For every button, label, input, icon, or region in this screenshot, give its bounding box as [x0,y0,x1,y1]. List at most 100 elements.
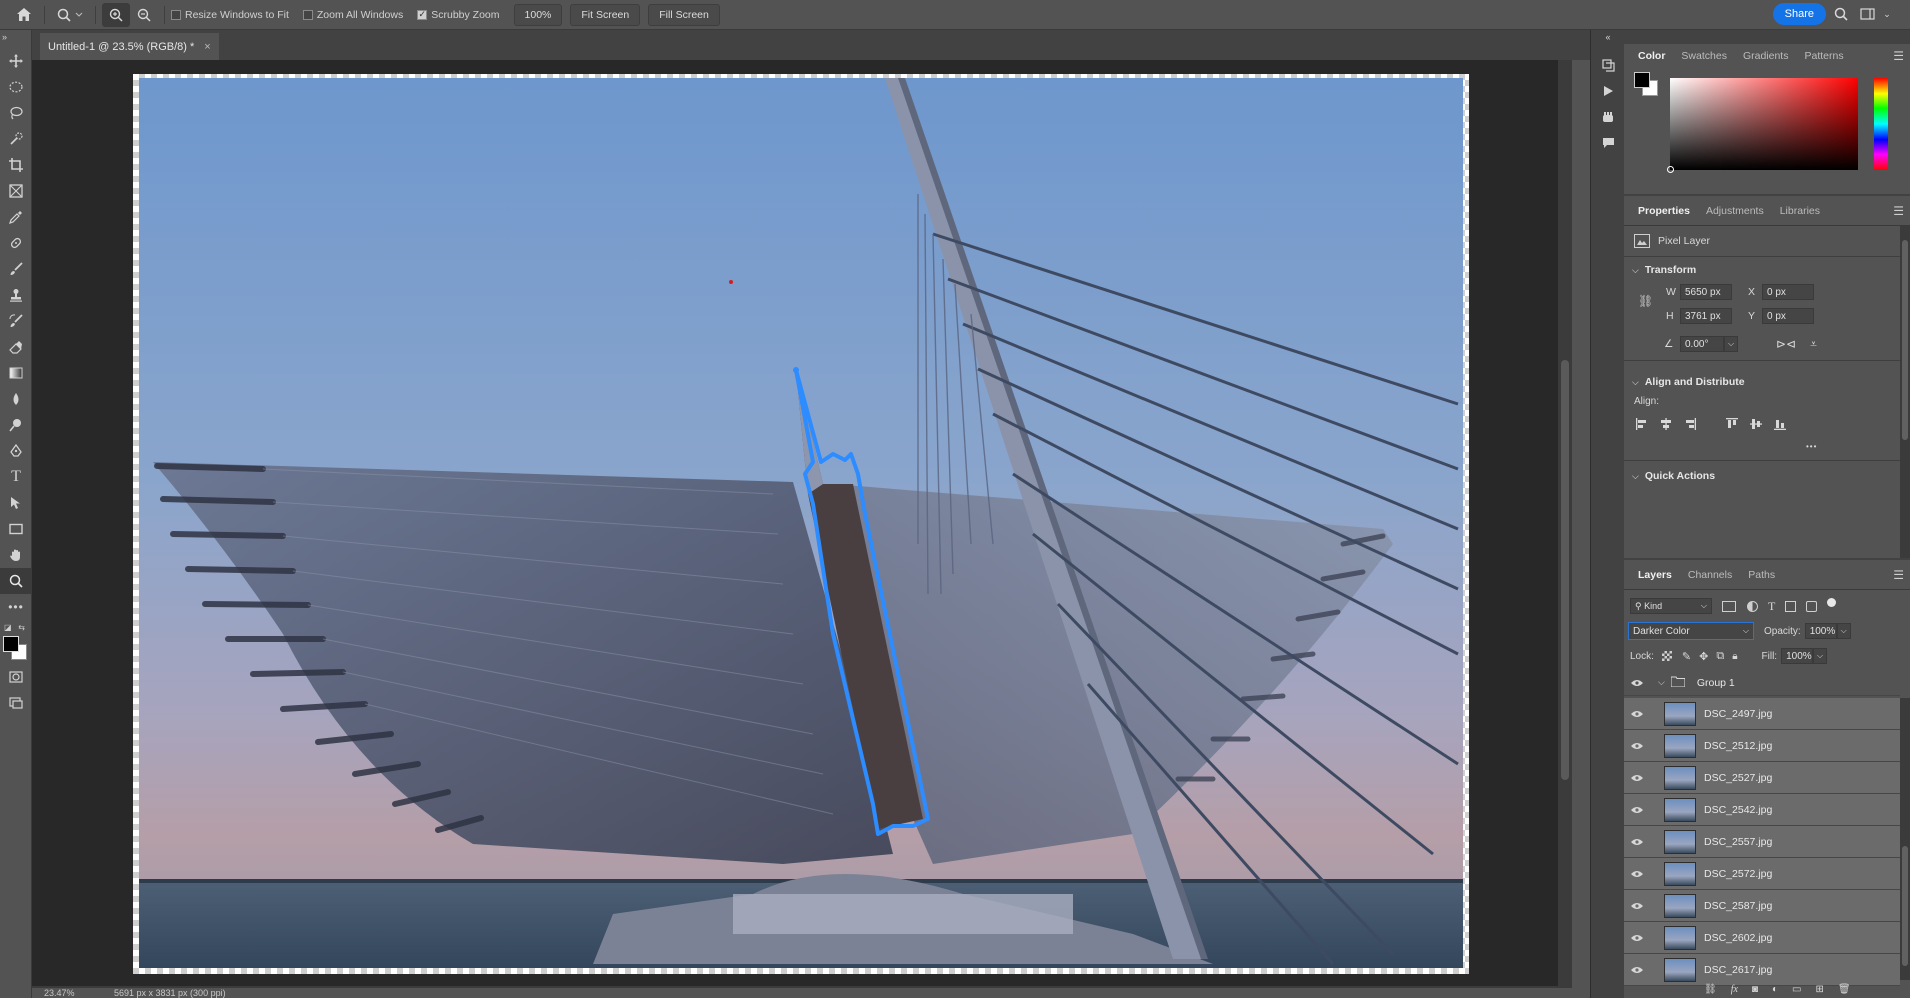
glyphs-hand-icon[interactable] [1591,104,1625,130]
layer-thumbnail[interactable] [1664,861,1696,886]
quick-actions-section-header[interactable]: ⌵ Quick Actions [1632,470,1715,482]
x-field[interactable]: 0 px [1762,284,1814,300]
filter-kind-select[interactable]: ⚲ Kind ⌵ [1630,598,1712,614]
screen-mode-icon[interactable] [0,690,32,716]
lock-image-icon[interactable]: ✎ [1682,650,1691,663]
elliptical-marquee-icon[interactable] [0,74,32,100]
tab-libraries[interactable]: Libraries [1772,196,1828,226]
layer-row[interactable]: DSC_2542.jpg [1624,794,1900,826]
scroll-thumb[interactable] [1561,360,1569,780]
path-selection-icon[interactable] [0,490,32,516]
tab-channels[interactable]: Channels [1680,560,1740,590]
align-bottom-icon[interactable] [1768,414,1792,434]
foreground-color-swatch[interactable] [3,636,19,652]
close-tab-icon[interactable]: × [204,41,210,53]
rectangle-tool-icon[interactable] [0,516,32,542]
document-canvas[interactable] [133,74,1469,974]
tab-swatches[interactable]: Swatches [1673,44,1735,68]
flip-vertical-icon[interactable]: ⩡ [1810,337,1817,352]
fit-screen-button[interactable]: Fit Screen [570,3,641,26]
share-button[interactable]: Share [1772,3,1826,25]
canvas-area[interactable] [32,60,1572,988]
blend-mode-select[interactable]: Darker Color ⌵ [1628,622,1754,640]
link-layers-icon[interactable]: ⛓ [1704,984,1717,995]
angle-field[interactable]: 0.00° [1680,336,1724,352]
lock-transparent-icon[interactable] [1661,651,1672,661]
width-field[interactable]: 5650 px [1680,284,1732,300]
layer-row[interactable]: DSC_2587.jpg [1624,890,1900,922]
tab-color[interactable]: Color [1630,44,1673,68]
search-icon[interactable] [1830,3,1852,25]
visibility-eye-icon[interactable] [1624,902,1650,910]
adjustment-layer-icon[interactable]: ◐ [1772,984,1778,995]
document-tab[interactable]: Untitled-1 @ 23.5% (RGB/8) * × [40,33,219,60]
panel-menu-icon[interactable]: ☰ [1893,568,1904,582]
comments-icon[interactable] [1591,130,1625,156]
tab-paths[interactable]: Paths [1740,560,1783,590]
zoom-all-windows-checkbox[interactable]: Zoom All Windows [302,9,403,21]
hue-slider[interactable] [1874,78,1888,170]
layer-thumbnail[interactable] [1664,829,1696,854]
scroll-thumb[interactable] [1902,240,1908,440]
foreground-swatch[interactable] [1634,72,1650,88]
zoom-100-button[interactable]: 100% [513,3,563,26]
history-brush-icon[interactable] [0,308,32,334]
visibility-eye-icon[interactable] [1624,934,1650,942]
healing-brush-icon[interactable] [0,230,32,256]
panel-menu-icon[interactable]: ☰ [1893,204,1904,218]
filter-smart-object-icon[interactable] [1806,600,1818,612]
zoom-tool-icon[interactable] [0,568,32,594]
layer-thumbnail[interactable] [1664,925,1696,950]
vertical-scrollbar[interactable] [1558,60,1572,988]
blur-tool-icon[interactable] [0,386,32,412]
delete-layer-icon[interactable]: 🗑︎ [1838,984,1851,995]
new-group-icon[interactable]: ▭ [1792,984,1801,995]
panel-menu-icon[interactable]: ☰ [1893,49,1904,63]
tab-patterns[interactable]: Patterns [1796,44,1851,68]
layer-thumbnail[interactable] [1664,701,1696,726]
home-icon[interactable] [10,3,38,27]
layer-row[interactable]: DSC_2527.jpg [1624,762,1900,794]
pen-tool-icon[interactable] [0,438,32,464]
fill-field[interactable]: 100% [1781,648,1814,664]
history-panel-icon[interactable] [1591,52,1625,78]
layer-row[interactable]: DSC_2617.jpg [1624,954,1900,986]
layer-style-icon[interactable]: fx [1731,984,1738,995]
layer-row[interactable]: DSC_2602.jpg [1624,922,1900,954]
collapse-panels-icon[interactable]: « [1591,30,1625,44]
tab-layers[interactable]: Layers [1630,560,1680,590]
tab-properties[interactable]: Properties [1630,196,1698,226]
layer-thumbnail[interactable] [1664,765,1696,790]
default-colors-icon[interactable]: ◪ ⇆ [0,620,32,634]
fill-screen-button[interactable]: Fill Screen [648,3,720,26]
visibility-eye-icon[interactable] [1624,742,1650,750]
new-layer-icon[interactable]: ⊞ [1815,984,1823,995]
actions-play-icon[interactable] [1591,78,1625,104]
visibility-eye-icon[interactable] [1624,806,1650,814]
tab-gradients[interactable]: Gradients [1735,44,1797,68]
checkbox-box[interactable] [171,9,181,20]
align-left-icon[interactable] [1630,414,1654,434]
fill-dropdown-icon[interactable]: ⌵ [1813,648,1828,664]
angle-dropdown-icon[interactable]: ⌵ [1724,336,1738,352]
gradient-tool-icon[interactable] [0,360,32,386]
properties-scrollbar[interactable] [1900,226,1910,558]
move-tool-icon[interactable] [0,48,32,74]
align-horizontal-center-icon[interactable] [1654,414,1678,434]
zoom-out-icon[interactable] [130,3,158,27]
visibility-eye-icon[interactable] [1624,774,1650,782]
transform-section-header[interactable]: ⌵ Transform [1632,264,1696,276]
layer-group-row[interactable]: ⌵ Group 1 [1624,670,1900,696]
clone-stamp-icon[interactable] [0,282,32,308]
tab-adjustments[interactable]: Adjustments [1698,196,1772,226]
flip-horizontal-icon[interactable]: ⊳⊲ [1776,337,1796,351]
resize-windows-checkbox[interactable]: Resize Windows to Fit [171,9,289,21]
zoom-tool-preset-icon[interactable] [51,3,89,27]
layer-thumbnail[interactable] [1664,957,1696,982]
foreground-background-swatch[interactable] [0,634,32,664]
layer-row[interactable]: DSC_2557.jpg [1624,826,1900,858]
layers-scrollbar[interactable] [1900,698,1910,980]
eyedropper-icon[interactable] [0,204,32,230]
add-mask-icon[interactable]: ◙ [1752,984,1758,995]
align-right-icon[interactable] [1678,414,1702,434]
